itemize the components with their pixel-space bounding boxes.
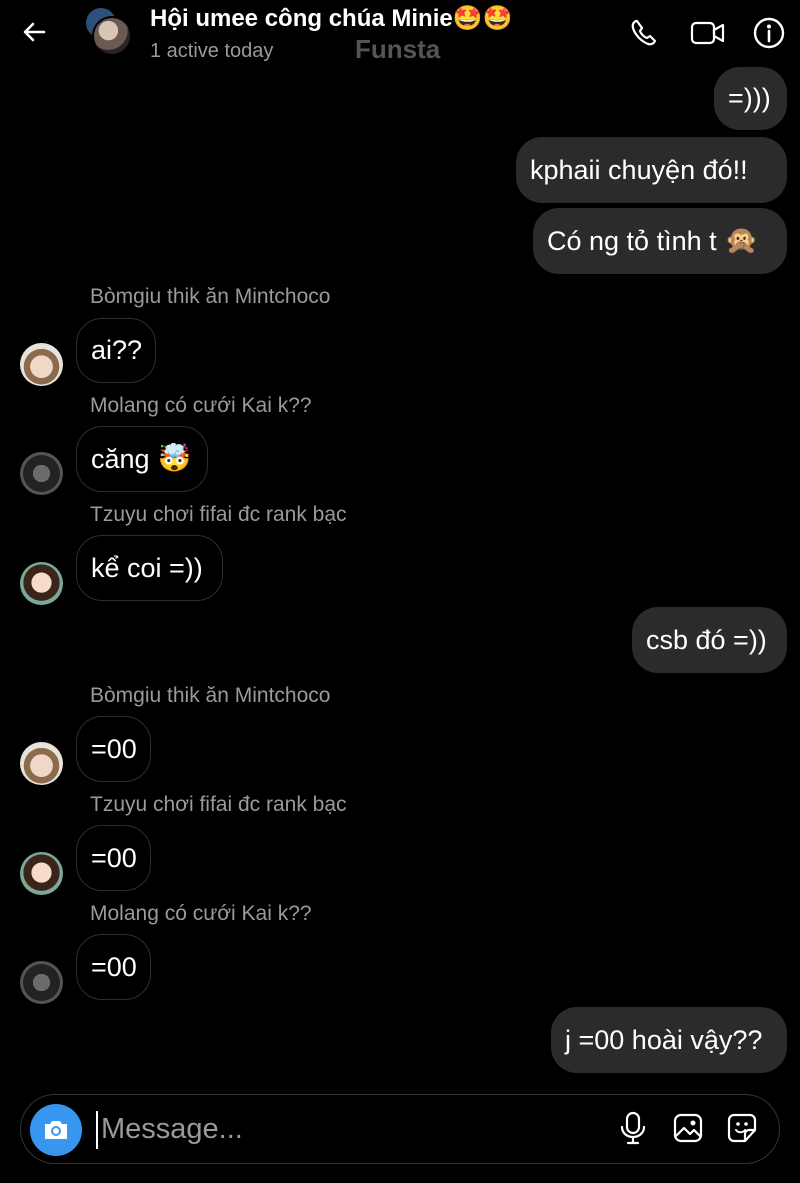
sender-name: Bòmgiu thik ăn Mintchoco (90, 684, 331, 707)
avatar[interactable] (20, 452, 63, 495)
active-status: 1 active today (150, 40, 274, 62)
incoming-message[interactable]: =00 (76, 825, 151, 891)
back-arrow-icon[interactable] (18, 16, 50, 48)
camera-icon (45, 1121, 67, 1139)
group-avatar[interactable] (84, 6, 132, 56)
outgoing-message[interactable]: j =00 hoài vậy?? (551, 1007, 787, 1073)
avatar[interactable] (20, 562, 63, 605)
sender-name: Tzuyu chơi fifai đc rank bạc (90, 793, 347, 816)
avatar[interactable] (20, 852, 63, 895)
outgoing-message[interactable]: kphaii chuyện đó!! (516, 137, 787, 203)
outgoing-message[interactable]: Có ng tỏ tình t 🙊 (533, 208, 787, 274)
message-input[interactable] (96, 1107, 521, 1151)
outgoing-message[interactable]: csb đó =)) (632, 607, 787, 673)
avatar[interactable] (20, 343, 63, 386)
camera-button[interactable] (30, 1104, 82, 1156)
sender-name: Bòmgiu thik ăn Mintchoco (90, 285, 331, 308)
avatar[interactable] (20, 961, 63, 1004)
sender-name: Tzuyu chơi fifai đc rank bạc (90, 503, 347, 526)
phone-icon[interactable] (627, 16, 661, 50)
watermark: Funsta (355, 34, 441, 64)
microphone-icon[interactable] (617, 1111, 649, 1145)
sender-name: Molang có cưới Kai k?? (90, 394, 312, 417)
outgoing-message[interactable]: =))) (714, 67, 787, 130)
incoming-message[interactable]: kể coi =)) (76, 535, 223, 601)
incoming-message[interactable]: =00 (76, 716, 151, 782)
incoming-message[interactable]: căng 🤯 (76, 426, 208, 492)
incoming-message[interactable]: =00 (76, 934, 151, 1000)
sender-name: Molang có cưới Kai k?? (90, 902, 312, 925)
video-icon[interactable] (690, 16, 726, 50)
chat-header: Hội umee công chúa Minie🤩🤩 1 active toda… (0, 0, 800, 66)
chat-title[interactable]: Hội umee công chúa Minie🤩🤩 (150, 4, 512, 33)
message-composer (20, 1094, 780, 1164)
incoming-message[interactable]: ai?? (76, 318, 156, 383)
sticker-icon[interactable] (726, 1111, 758, 1145)
gallery-icon[interactable] (672, 1111, 704, 1145)
exploding-head-emoji: 🤯 (157, 443, 192, 473)
see-no-evil-monkey-emoji: 🙊 (724, 225, 759, 255)
title-emoji: 🤩🤩 (452, 5, 513, 32)
avatar[interactable] (20, 742, 63, 785)
info-icon[interactable] (752, 16, 786, 50)
